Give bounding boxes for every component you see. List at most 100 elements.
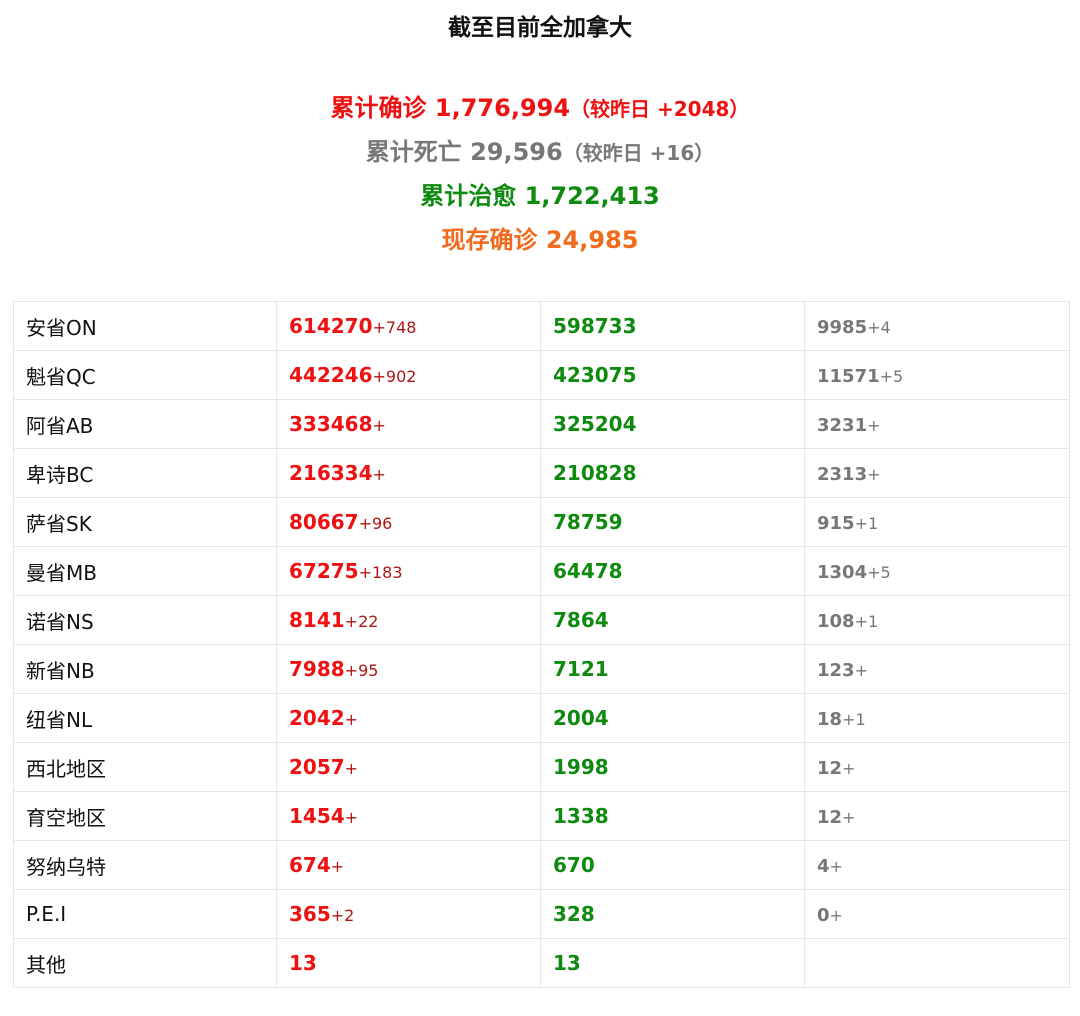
active-label: 现存确诊 bbox=[441, 226, 538, 254]
confirmed-value: 1,776,994 bbox=[434, 94, 571, 122]
confirmed-delta: + bbox=[330, 857, 345, 876]
province-table: 安省ON 614270+748 598733 9985+4 魁省QC 442246+902… bbox=[13, 301, 1070, 988]
confirmed-count: 1454 bbox=[289, 804, 345, 828]
confirmed-cell: 614270+748 bbox=[276, 301, 541, 351]
recovered-count: 328 bbox=[553, 902, 595, 926]
summary-confirmed: 累计确诊 1,776,994（较昨日 +2048） bbox=[0, 88, 1080, 132]
table-row: 曼省MB 67275+183 64478 1304+5 bbox=[13, 546, 1070, 596]
confirmed-cell: 365+2 bbox=[276, 889, 541, 939]
recovered-cell: 2004 bbox=[540, 693, 805, 743]
deaths-cell: 108+1 bbox=[804, 595, 1070, 645]
recovered-cell: 423075 bbox=[540, 350, 805, 400]
deaths-count: 18 bbox=[817, 709, 843, 730]
confirmed-count: 80667 bbox=[289, 510, 359, 534]
recovered-cell: 1338 bbox=[540, 791, 805, 841]
province-name: 魁省QC bbox=[13, 350, 277, 400]
deaths-delta: + bbox=[829, 857, 843, 876]
table-row: 努纳乌特 674+ 670 4+ bbox=[13, 840, 1070, 890]
deaths-delta: + bbox=[867, 416, 881, 435]
confirmed-change: （较昨日 +2048） bbox=[570, 97, 750, 121]
recovered-cell: 7864 bbox=[540, 595, 805, 645]
summary-recovered: 累计治愈 1,722,413 bbox=[0, 176, 1080, 220]
confirmed-count: 442246 bbox=[289, 363, 373, 387]
confirmed-delta: +22 bbox=[344, 612, 379, 631]
table-row: 阿省AB 333468+ 325204 3231+ bbox=[13, 399, 1070, 449]
confirmed-count: 2042 bbox=[289, 706, 345, 730]
recovered-count: 210828 bbox=[553, 461, 637, 485]
deaths-delta: + bbox=[867, 465, 881, 484]
recovered-cell: 670 bbox=[540, 840, 805, 890]
summary-active: 现存确诊 24,985 bbox=[0, 220, 1080, 264]
recovered-cell: 1998 bbox=[540, 742, 805, 792]
confirmed-cell: 674+ bbox=[276, 840, 541, 890]
confirmed-delta: +2 bbox=[330, 906, 355, 925]
deaths-delta: + bbox=[829, 906, 843, 925]
deaths-cell bbox=[804, 938, 1070, 988]
confirmed-cell: 80667+96 bbox=[276, 497, 541, 547]
deaths-cell: 0+ bbox=[804, 889, 1070, 939]
recovered-cell: 78759 bbox=[540, 497, 805, 547]
confirmed-delta: +183 bbox=[358, 563, 403, 582]
table-row: 新省NB 7988+95 7121 123+ bbox=[13, 644, 1070, 694]
deaths-value: 29,596 bbox=[470, 138, 563, 166]
deaths-delta: +4 bbox=[867, 318, 891, 337]
province-name: 萨省SK bbox=[13, 497, 277, 547]
confirmed-cell: 1454+ bbox=[276, 791, 541, 841]
recovered-count: 670 bbox=[553, 853, 595, 877]
table-row: 卑诗BC 216334+ 210828 2313+ bbox=[13, 448, 1070, 498]
deaths-delta: +1 bbox=[854, 612, 879, 631]
recovered-count: 13 bbox=[553, 951, 581, 975]
recovered-cell: 7121 bbox=[540, 644, 805, 694]
table-row: 萨省SK 80667+96 78759 915+1 bbox=[13, 497, 1070, 547]
province-name: 安省ON bbox=[13, 301, 277, 351]
confirmed-count: 67275 bbox=[289, 559, 359, 583]
deaths-count: 3231 bbox=[817, 415, 868, 436]
deaths-label: 累计死亡 bbox=[365, 138, 462, 166]
recovered-cell: 210828 bbox=[540, 448, 805, 498]
deaths-cell: 12+ bbox=[804, 742, 1070, 792]
deaths-count: 915 bbox=[817, 513, 855, 534]
recovered-cell: 13 bbox=[540, 938, 805, 988]
table-row: 纽省NL 2042+ 2004 18+1 bbox=[13, 693, 1070, 743]
deaths-count: 12 bbox=[817, 807, 843, 828]
table-row: 诺省NS 8141+22 7864 108+1 bbox=[13, 595, 1070, 645]
deaths-count: 12 bbox=[817, 758, 843, 779]
deaths-count: 2313 bbox=[817, 464, 868, 485]
confirmed-delta: + bbox=[372, 465, 386, 484]
province-name: 曼省MB bbox=[13, 546, 277, 596]
recovered-label: 累计治愈 bbox=[420, 182, 517, 210]
recovered-count: 598733 bbox=[553, 314, 637, 338]
province-name: 纽省NL bbox=[13, 693, 277, 743]
confirmed-cell: 7988+95 bbox=[276, 644, 541, 694]
recovered-count: 7864 bbox=[553, 608, 609, 632]
recovered-cell: 598733 bbox=[540, 301, 805, 351]
recovered-value: 1,722,413 bbox=[524, 182, 660, 210]
deaths-cell: 4+ bbox=[804, 840, 1070, 890]
recovered-count: 423075 bbox=[553, 363, 637, 387]
table-row: 育空地区 1454+ 1338 12+ bbox=[13, 791, 1070, 841]
deaths-cell: 123+ bbox=[804, 644, 1070, 694]
deaths-count: 9985 bbox=[817, 317, 868, 338]
confirmed-count: 7988 bbox=[289, 657, 345, 681]
deaths-cell: 12+ bbox=[804, 791, 1070, 841]
recovered-count: 64478 bbox=[553, 559, 623, 583]
recovered-cell: 328 bbox=[540, 889, 805, 939]
recovered-count: 1998 bbox=[553, 755, 609, 779]
deaths-count: 108 bbox=[817, 611, 855, 632]
active-value: 24,985 bbox=[545, 226, 639, 254]
summary-deaths: 累计死亡 29,596（较昨日 +16） bbox=[0, 132, 1080, 176]
confirmed-delta: +95 bbox=[344, 661, 379, 680]
deaths-delta: + bbox=[842, 759, 856, 778]
summary-block: 累计确诊 1,776,994（较昨日 +2048） 累计死亡 29,596（较昨… bbox=[0, 88, 1080, 264]
province-name: 努纳乌特 bbox=[13, 840, 277, 890]
deaths-count: 11571 bbox=[817, 366, 880, 387]
page-title: 截至目前全加拿大 bbox=[448, 15, 632, 41]
confirmed-count: 333468 bbox=[289, 412, 373, 436]
confirmed-cell: 442246+902 bbox=[276, 350, 541, 400]
province-name: 阿省AB bbox=[13, 399, 277, 449]
deaths-count: 4 bbox=[817, 856, 830, 877]
deaths-delta: +5 bbox=[867, 563, 891, 582]
deaths-delta: + bbox=[842, 808, 856, 827]
province-name: 诺省NS bbox=[13, 595, 277, 645]
province-name: 卑诗BC bbox=[13, 448, 277, 498]
